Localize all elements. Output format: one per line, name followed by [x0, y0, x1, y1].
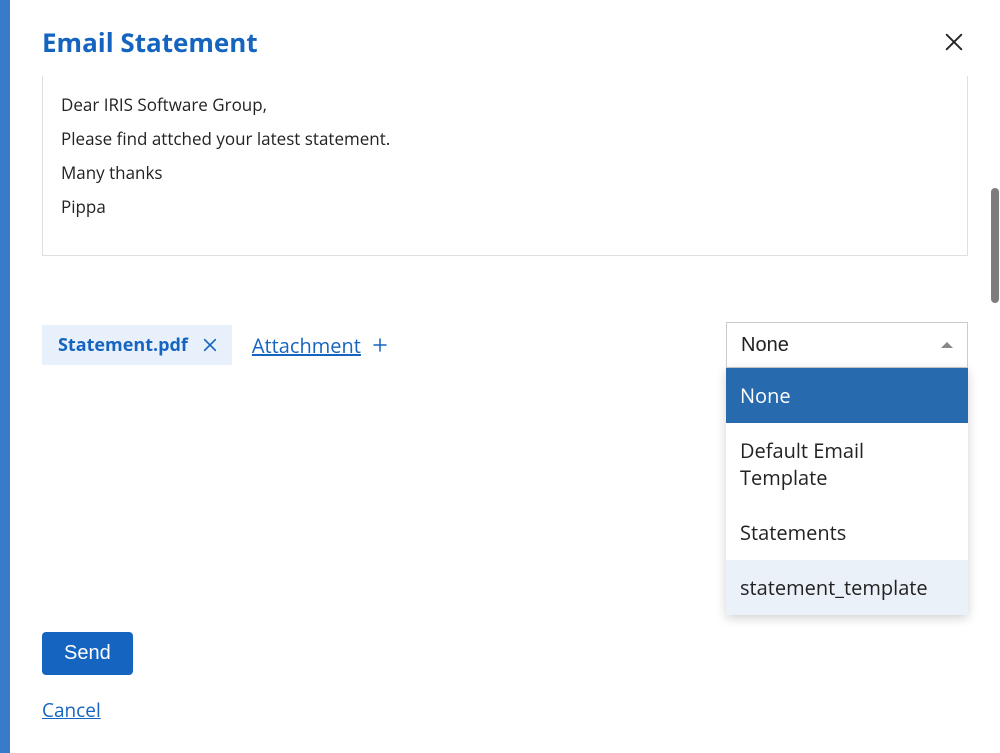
add-attachment-label: Attachment — [252, 332, 361, 359]
send-button[interactable]: Send — [42, 632, 133, 675]
drawer-accent — [0, 0, 10, 753]
message-line: Please find attched your latest statemen… — [61, 122, 949, 156]
template-select-dropdown: None Default Email Template Statements s… — [726, 368, 968, 615]
panel-footer: Send Cancel — [42, 632, 133, 723]
template-select: None None Default Email Template Stateme… — [726, 322, 968, 368]
message-line: Many thanks — [61, 156, 949, 190]
attachment-filename: Statement.pdf — [58, 333, 188, 357]
cancel-link[interactable]: Cancel — [42, 697, 101, 723]
template-select-trigger[interactable]: None — [726, 322, 968, 368]
close-icon — [943, 31, 965, 53]
template-option-default[interactable]: Default Email Template — [726, 423, 968, 505]
attachment-chip: Statement.pdf — [42, 325, 232, 365]
close-button[interactable] — [940, 28, 968, 56]
close-icon — [202, 337, 218, 353]
template-option-statements[interactable]: Statements — [726, 505, 968, 560]
chevron-up-icon — [941, 342, 953, 348]
email-statement-panel: Email Statement Dear IRIS Software Group… — [10, 0, 1000, 753]
add-attachment-link[interactable]: Attachment — [252, 332, 389, 359]
plus-icon — [371, 336, 389, 354]
message-line: Pippa — [61, 190, 949, 224]
template-select-value: None — [741, 334, 789, 357]
scrollbar-thumb[interactable] — [991, 188, 999, 303]
attachment-row: Statement.pdf Attachment None None Defau… — [42, 322, 968, 368]
template-option-none[interactable]: None — [726, 368, 968, 423]
template-option-statement-template[interactable]: statement_template — [726, 560, 968, 615]
page-title: Email Statement — [42, 24, 258, 60]
panel-header: Email Statement — [10, 0, 1000, 60]
message-body[interactable]: Dear IRIS Software Group, Please find at… — [42, 76, 968, 256]
message-line: Dear IRIS Software Group, — [61, 88, 949, 122]
remove-attachment-button[interactable] — [202, 337, 218, 353]
